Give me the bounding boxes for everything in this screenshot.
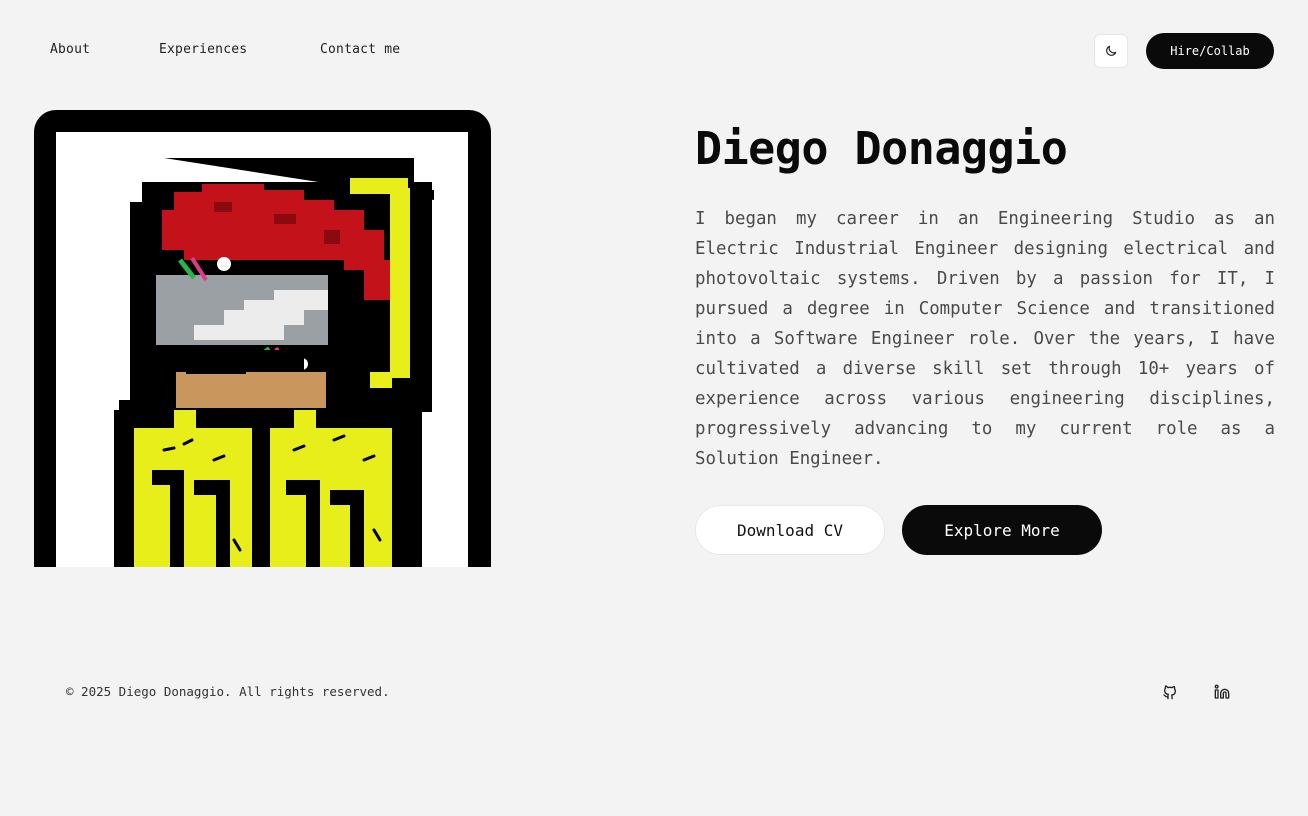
moon-icon [1106, 45, 1117, 56]
page-title: Diego Donaggio [695, 122, 1068, 175]
hire-collab-button[interactable]: Hire/Collab [1146, 33, 1274, 69]
footer-copyright: © 2025 Diego Donaggio. All rights reserv… [66, 684, 390, 699]
nav-link-about[interactable]: About [50, 42, 90, 57]
hero-bio: I began my career in an Engineering Stud… [695, 209, 1275, 469]
theme-toggle-button[interactable] [1094, 34, 1128, 68]
nav-link-experiences[interactable]: Experiences [159, 42, 247, 57]
linkedin-icon[interactable] [1212, 682, 1232, 702]
avatar-image [34, 110, 491, 567]
github-icon[interactable] [1160, 682, 1180, 702]
explore-more-button[interactable]: Explore More [902, 505, 1102, 555]
nav-link-contact[interactable]: Contact me [320, 42, 400, 57]
download-cv-button[interactable]: Download CV [695, 505, 885, 555]
